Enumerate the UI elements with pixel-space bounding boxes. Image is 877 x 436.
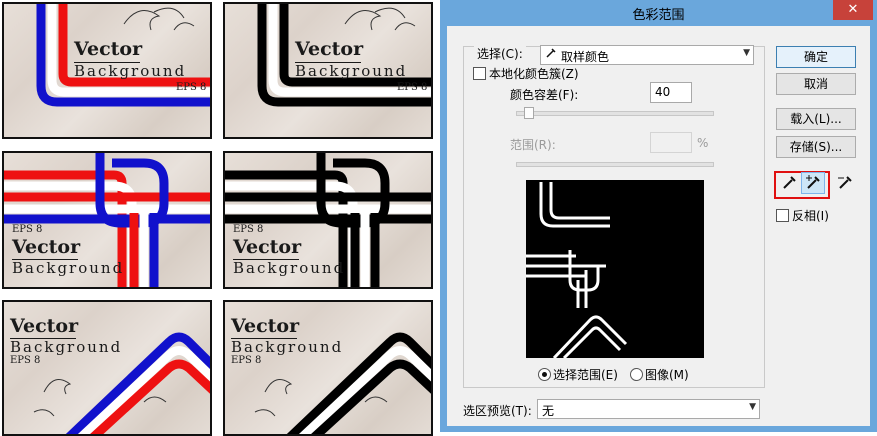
preview-mask — [526, 182, 628, 360]
card-1: Vector Background EPS 8 — [2, 2, 212, 139]
dialog-title: 色彩范围 — [632, 8, 685, 23]
card-eps: EPS 8 — [176, 82, 207, 93]
eyedropper-icon — [545, 47, 557, 62]
range-slider — [516, 162, 714, 167]
preview-dropdown[interactable]: 无 ▼ — [537, 399, 760, 419]
card-title: Vector — [295, 38, 364, 60]
card-subtitle: Background — [231, 338, 344, 356]
localized-checkbox[interactable] — [473, 67, 486, 80]
card-title: Vector — [12, 236, 81, 258]
preview-label: 选区预览(T): — [463, 404, 532, 418]
dialog-body: 选择(C): 取样颜色 ▼ 本地化颜色簇(Z) 颜色容差(F): 40 范围(R… — [447, 26, 870, 426]
card-subtitle: Background — [74, 62, 187, 80]
load-button[interactable]: 载入(L)... — [776, 108, 856, 130]
card-2: Vector Background EPS 8 — [223, 2, 433, 139]
color-range-dialog: 色彩范围 ✕ 选择(C): 取样颜色 ▼ 本地化颜色簇(Z) 颜色容差(F): … — [440, 0, 877, 432]
eyedropper-plus-icon[interactable] — [801, 172, 825, 194]
card-subtitle: Background — [295, 62, 408, 80]
chevron-down-icon: ▼ — [743, 48, 750, 58]
chevron-down-icon: ▼ — [749, 402, 756, 412]
eyedropper-icon[interactable] — [778, 173, 800, 193]
card-title: Vector — [231, 315, 300, 337]
select-value: 取样颜色 — [561, 50, 610, 64]
save-button[interactable]: 存储(S)... — [776, 136, 856, 158]
card-subtitle: Background — [233, 259, 346, 277]
select-dropdown[interactable]: 取样颜色 ▼ — [540, 45, 754, 65]
range-label: 范围(R): — [510, 138, 556, 152]
artboard-canvas: Vector Background EPS 8 Vector Backgroun… — [0, 0, 440, 436]
card-3: EPS 8 Vector Background — [2, 151, 212, 289]
card-eps: EPS 8 — [231, 355, 262, 366]
fuzziness-label: 颜色容差(F): — [510, 88, 579, 102]
card-eps: EPS 8 — [10, 355, 41, 366]
card-eps: EPS 8 — [397, 82, 428, 93]
radio-selection[interactable] — [538, 368, 551, 381]
card-title: Vector — [74, 38, 143, 60]
card-5: Vector Background EPS 8 — [2, 300, 212, 436]
fuzziness-slider[interactable] — [516, 111, 714, 116]
fuzziness-value: 40 — [655, 85, 671, 99]
invert-checkbox[interactable] — [776, 209, 789, 222]
localized-label: 本地化颜色簇(Z) — [489, 67, 579, 81]
radio-selection-label: 选择范围(E) — [553, 368, 618, 382]
card-eps: EPS 8 — [12, 224, 43, 235]
card-title: Vector — [10, 315, 79, 337]
range-input — [650, 132, 692, 153]
cancel-button[interactable]: 取消 — [776, 73, 856, 95]
eyedropper-minus-icon[interactable] — [834, 173, 856, 193]
invert-label: 反相(I) — [792, 209, 829, 223]
card-subtitle: Background — [12, 259, 125, 277]
card-4: EPS 8 Vector Background — [223, 151, 433, 289]
preview-value: 无 — [542, 404, 555, 418]
card-subtitle: Background — [10, 338, 123, 356]
select-label: 选择(C): — [474, 45, 526, 62]
fuzziness-slider-thumb[interactable] — [524, 107, 534, 119]
radio-image[interactable] — [630, 368, 643, 381]
card-6: Vector Background EPS 8 — [223, 300, 433, 436]
selection-preview — [526, 180, 704, 360]
radio-image-label: 图像(M) — [645, 368, 689, 382]
title-bar[interactable]: 色彩范围 ✕ — [440, 0, 877, 26]
options-group: 选择(C): 取样颜色 ▼ 本地化颜色簇(Z) 颜色容差(F): 40 范围(R… — [463, 45, 765, 388]
close-button[interactable]: ✕ — [833, 0, 873, 20]
card-eps: EPS 8 — [233, 224, 264, 235]
range-unit: % — [697, 136, 709, 150]
ok-button[interactable]: 确定 — [776, 46, 856, 68]
fuzziness-input[interactable]: 40 — [650, 82, 692, 103]
card-title: Vector — [233, 236, 302, 258]
